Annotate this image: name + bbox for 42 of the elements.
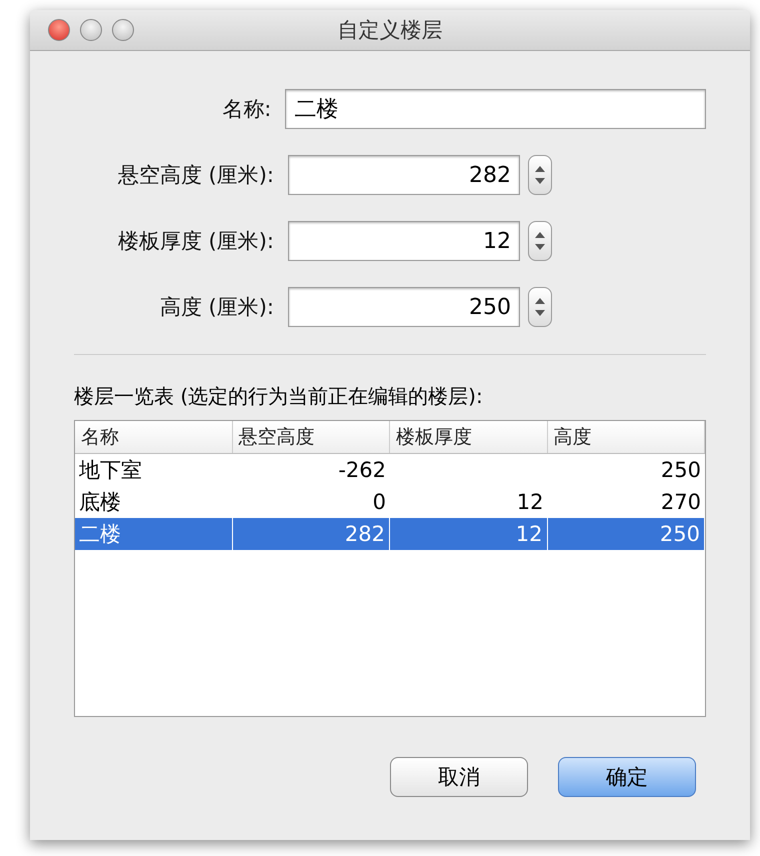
- column-header[interactable]: 楼板厚度: [390, 421, 548, 453]
- column-header[interactable]: 悬空高度: [232, 421, 390, 453]
- down-arrow-icon[interactable]: [535, 244, 545, 250]
- field-label: 悬空高度 (厘米):: [116, 162, 275, 189]
- table-cell-text: 底楼: [79, 489, 121, 516]
- table-cell-text: 二楼: [79, 521, 121, 548]
- table-row[interactable]: 二楼 282 12 250: [75, 518, 705, 550]
- number-field[interactable]: 282: [288, 155, 520, 195]
- down-arrow-icon[interactable]: [535, 310, 545, 316]
- minimize-button[interactable]: [80, 19, 102, 41]
- close-button[interactable]: [48, 19, 70, 41]
- table-cell: 270: [660, 490, 701, 514]
- table-cell: 250: [660, 522, 700, 546]
- table-cell: -262: [338, 458, 386, 482]
- table-cell-text: 地下室: [79, 457, 142, 484]
- field-label: 名称:: [221, 96, 272, 123]
- zoom-button[interactable]: [112, 19, 134, 41]
- confirm-button[interactable]: 确定: [558, 757, 696, 797]
- up-arrow-icon[interactable]: [535, 166, 545, 172]
- number-field[interactable]: 250: [288, 287, 520, 327]
- number-field[interactable]: 12: [288, 221, 520, 261]
- table-cell: 12: [516, 522, 542, 546]
- cancel-button[interactable]: 取消: [390, 757, 528, 797]
- column-header[interactable]: 高度: [548, 421, 705, 453]
- stepper[interactable]: [528, 155, 552, 195]
- down-arrow-icon[interactable]: [535, 178, 545, 184]
- table-caption: 楼层一览表 (选定的行为当前正在编辑的楼层):: [74, 383, 484, 410]
- field-label: 楼板厚度 (厘米):: [116, 228, 275, 255]
- table-row[interactable]: 底楼 0 12 270: [75, 486, 705, 518]
- stepper[interactable]: [528, 287, 552, 327]
- table-cell: 282: [344, 522, 385, 546]
- stepper[interactable]: [528, 221, 552, 261]
- up-arrow-icon[interactable]: [535, 298, 545, 304]
- name-field[interactable]: 二楼: [285, 89, 706, 129]
- up-arrow-icon[interactable]: [535, 232, 545, 238]
- table-row[interactable]: 地下室 -262 250: [75, 454, 705, 486]
- window-title: 自定义楼层: [338, 18, 442, 42]
- field-label: 高度 (厘米):: [158, 294, 275, 321]
- column-header[interactable]: 名称: [75, 421, 232, 453]
- table-cell: 0: [372, 490, 386, 514]
- table-cell: 12: [516, 490, 544, 514]
- table-cell: 250: [660, 458, 701, 482]
